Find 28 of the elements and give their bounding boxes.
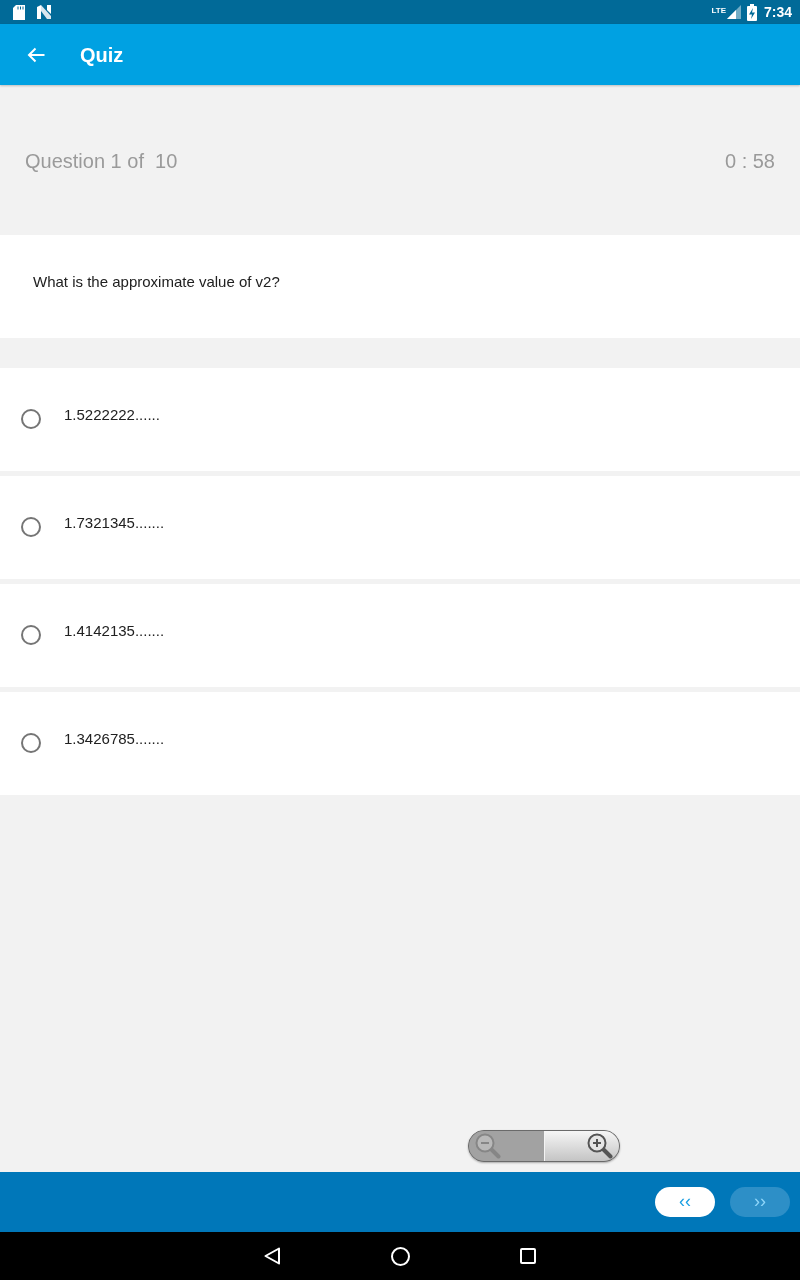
option-label: 1.4142135.......: [64, 622, 165, 640]
question-text: What is the approximate value of v2?: [33, 273, 280, 290]
sd-card-icon: [13, 4, 25, 20]
network-type-label: LTE: [711, 5, 726, 15]
option-card[interactable]: 1.7321345.......: [0, 476, 800, 579]
option-label: 1.3426785.......: [64, 730, 165, 748]
option-label: 1.7321345.......: [64, 514, 165, 532]
app-title: Quiz: [80, 42, 124, 67]
back-icon[interactable]: [264, 1247, 280, 1265]
logo-icon: [37, 5, 51, 19]
status-time: 7:34: [763, 4, 792, 20]
home-icon[interactable]: [390, 1246, 410, 1266]
radio-button[interactable]: [21, 409, 41, 429]
countdown-timer: 0 : 58: [724, 149, 775, 173]
radio-button[interactable]: [21, 733, 41, 753]
option-card[interactable]: 1.3426785.......: [0, 692, 800, 795]
question-counter: Question 1 of 10: [25, 149, 178, 173]
battery-charging-icon: [746, 3, 757, 21]
option-card[interactable]: 1.5222222......: [0, 368, 800, 471]
zoom-in-button[interactable]: [543, 1131, 619, 1161]
radio-button[interactable]: [21, 625, 41, 645]
zoom-out-icon: [475, 1133, 501, 1159]
zoom-in-icon: [587, 1133, 613, 1159]
radio-button[interactable]: [21, 517, 41, 537]
signal-icon: [726, 5, 741, 19]
option-label: 1.5222222......: [64, 406, 160, 424]
square-icon[interactable]: [520, 1248, 536, 1264]
option-card[interactable]: 1.4142135.......: [0, 584, 800, 687]
